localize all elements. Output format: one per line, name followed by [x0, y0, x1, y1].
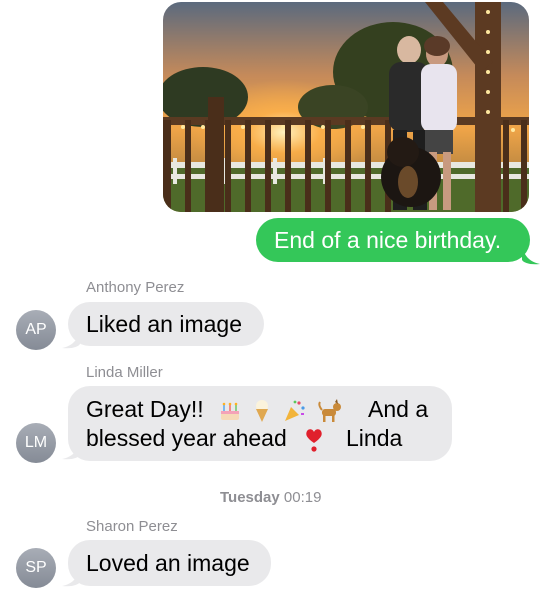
heart-icon [306, 429, 322, 452]
received-message-bubble[interactable]: Loved an image [68, 540, 271, 586]
dog-icon [318, 398, 342, 422]
avatar[interactable]: LM [16, 423, 56, 463]
message-line: blessed year ahead Linda [86, 424, 434, 453]
message-text: Great Day!! [86, 396, 204, 422]
message-line: Great Day!! And a [86, 395, 434, 424]
timestamp-day: Tuesday [220, 489, 280, 506]
sender-name: Linda Miller [86, 364, 163, 381]
received-message-bubble[interactable]: Great Day!! And a blessed year ahead Lin… [68, 386, 452, 461]
avatar[interactable]: AP [16, 310, 56, 350]
avatar[interactable]: SP [16, 548, 56, 588]
sender-name: Sharon Perez [86, 518, 178, 535]
party-popper-icon [284, 400, 305, 421]
sender-name: Anthony Perez [86, 279, 185, 296]
message-text: And a [368, 396, 429, 422]
message-text: Loved an image [86, 550, 250, 576]
received-message-bubble[interactable]: Liked an image [68, 302, 264, 346]
message-text: blessed year ahead [86, 425, 287, 451]
birthday-photo[interactable] [163, 2, 529, 212]
timestamp: Tuesday 00:19 [220, 489, 321, 506]
ice-cream-icon [256, 399, 269, 422]
sent-message-bubble[interactable]: End of a nice birthday. [256, 218, 530, 262]
message-text: Liked an image [86, 311, 242, 337]
cake-icon [221, 402, 239, 420]
message-text: Linda [346, 425, 403, 451]
message-text: End of a nice birthday. [274, 227, 502, 253]
timestamp-time: 00:19 [283, 489, 322, 506]
